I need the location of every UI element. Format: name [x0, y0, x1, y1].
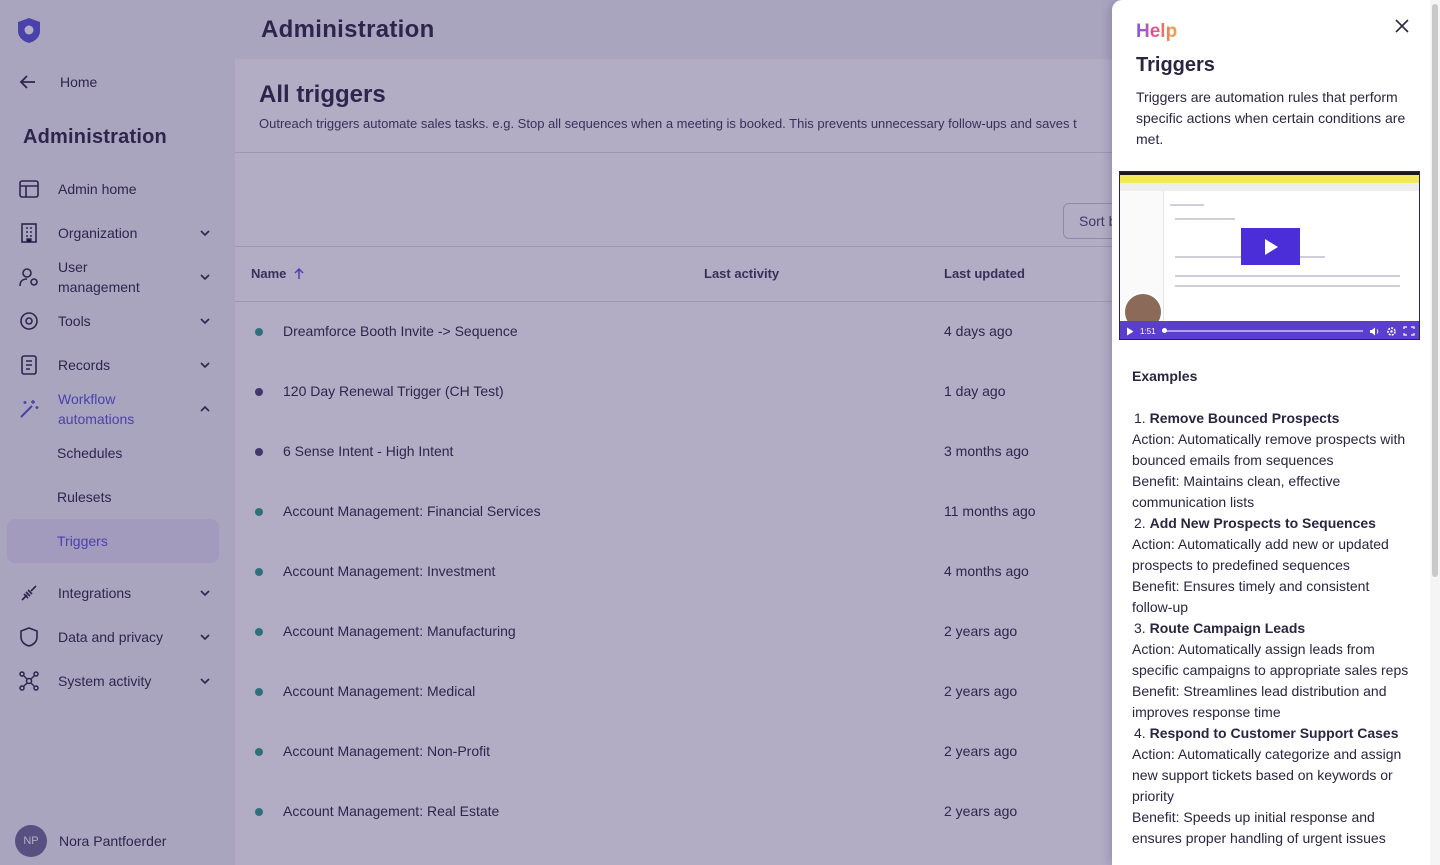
examples-list: 1. Remove Bounced Prospects Action: Autom…	[1132, 408, 1412, 849]
video-progress-knob[interactable]	[1161, 328, 1167, 333]
example-number: 3.	[1134, 620, 1146, 636]
example-title-text: Add New Prospects to Sequences	[1149, 515, 1376, 531]
example-action: Action: Automatically remove prospects w…	[1132, 431, 1406, 468]
video-controls: 1:51	[1120, 321, 1419, 339]
close-icon[interactable]	[1392, 16, 1412, 36]
example-benefit: Benefit: Streamlines lead distribution a…	[1132, 683, 1387, 720]
examples-heading: Examples	[1132, 368, 1198, 384]
video-browser-tabs	[1120, 175, 1419, 183]
video-time: 1:51	[1140, 326, 1156, 336]
help-title: Triggers	[1136, 54, 1215, 76]
example-action: Action: Automatically add new or updated…	[1132, 536, 1389, 573]
video-thumbnail-line	[1170, 204, 1204, 206]
example-title: 3. Route Campaign Leads	[1132, 618, 1412, 639]
scrollbar-thumb[interactable]	[1432, 4, 1438, 577]
example-number: 2.	[1134, 515, 1146, 531]
example-action: Action: Automatically assign leads from …	[1132, 641, 1409, 678]
video-progress-bar[interactable]	[1161, 328, 1363, 333]
examples-section: Examples 1. Remove Bounced Prospects Acti…	[1132, 366, 1412, 849]
example-title-text: Route Campaign Leads	[1149, 620, 1306, 636]
video-thumbnail-line	[1175, 275, 1400, 277]
example-benefit: Benefit: Ensures timely and consistent f…	[1132, 578, 1370, 615]
video-thumbnail-line	[1175, 285, 1400, 287]
example-number: 1.	[1134, 410, 1146, 426]
example-number: 4.	[1134, 725, 1146, 741]
example-benefit: Benefit: Speeds up initial response and …	[1132, 809, 1386, 846]
example-benefit: Benefit: Maintains clean, effective comm…	[1132, 473, 1341, 510]
settings-icon[interactable]	[1386, 326, 1397, 337]
video-thumbnail-line	[1175, 218, 1235, 220]
fullscreen-icon[interactable]	[1403, 326, 1415, 336]
example-title: 4. Respond to Customer Support Cases	[1132, 723, 1412, 744]
help-panel: Help Triggers Triggers are automation ru…	[1112, 0, 1440, 865]
example-title-text: Respond to Customer Support Cases	[1149, 725, 1399, 741]
volume-icon[interactable]	[1369, 327, 1380, 336]
example-action: Action: Automatically categorize and ass…	[1132, 746, 1402, 804]
help-tag: Help	[1136, 21, 1178, 42]
help-intro: Triggers are automation rules that perfo…	[1136, 89, 1406, 147]
video-browser-url	[1120, 183, 1419, 191]
play-icon[interactable]	[1126, 327, 1134, 336]
video-player[interactable]: 1:51	[1119, 171, 1420, 340]
play-icon	[1264, 238, 1278, 255]
example-title: 1. Remove Bounced Prospects	[1132, 408, 1412, 429]
video-play-button[interactable]	[1241, 228, 1300, 265]
example-title: 2. Add New Prospects to Sequences	[1132, 513, 1412, 534]
example-title-text: Remove Bounced Prospects	[1149, 410, 1340, 426]
